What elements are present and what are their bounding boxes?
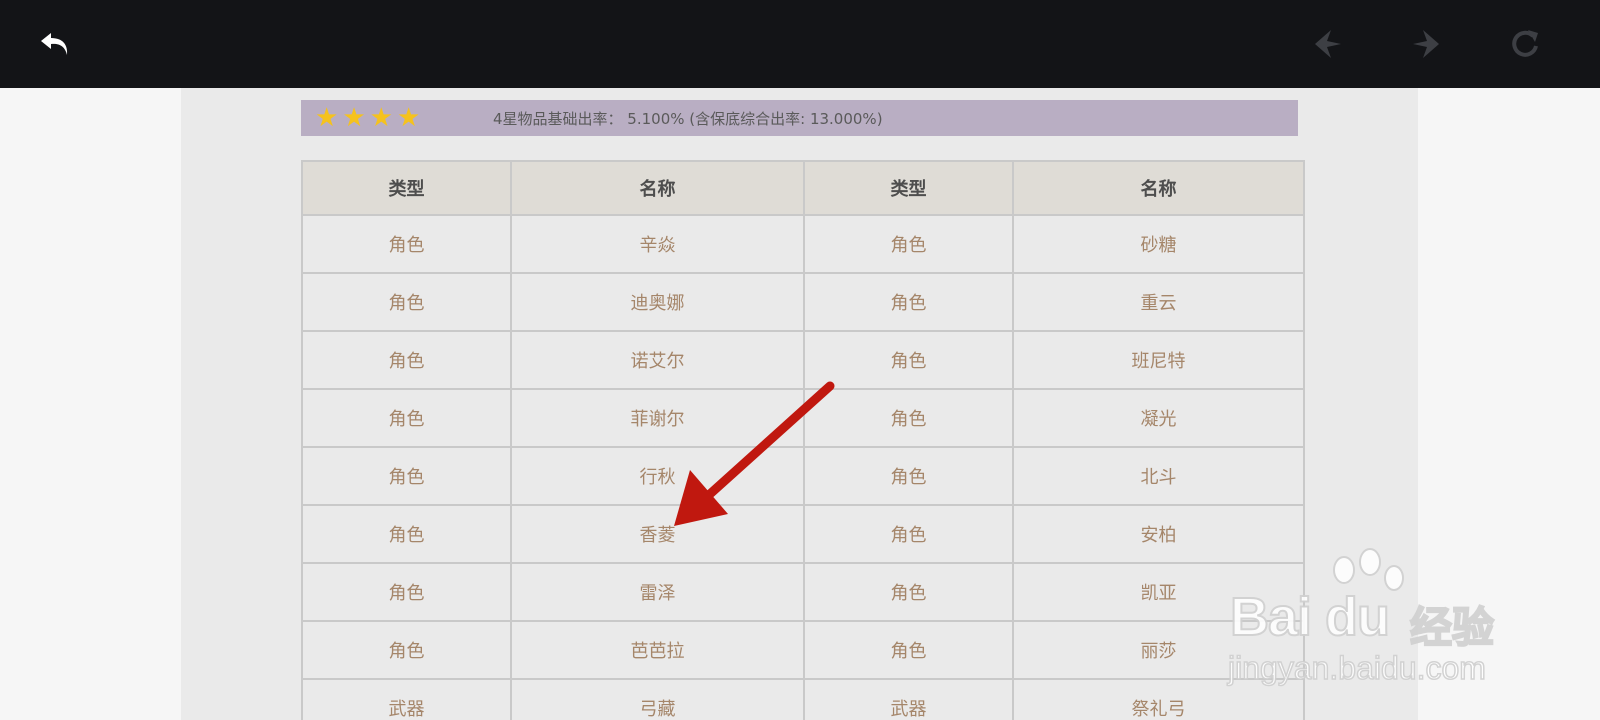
table-row: 武器 弓藏 武器 祭礼弓 (301, 678, 1305, 720)
table-row: 角色 香菱 角色 安柏 (301, 504, 1305, 564)
nav-next-button[interactable] (1406, 24, 1446, 64)
table-cell: 凝光 (1012, 388, 1305, 448)
table-cell: 角色 (803, 562, 1014, 622)
table-cell: 角色 (301, 330, 512, 390)
column-header-type: 类型 (803, 160, 1014, 216)
table-cell: 角色 (301, 446, 512, 506)
table-cell: 迪奥娜 (510, 272, 805, 332)
watermark-logo: Bai du (1229, 586, 1391, 648)
star-icon: ★ (342, 103, 366, 133)
table-cell: 武器 (301, 678, 512, 720)
table-row: 角色 雷泽 角色 凯亚 (301, 562, 1305, 622)
star-rating: ★ ★ ★ ★ (315, 105, 475, 131)
table-cell: 诺艾尔 (510, 330, 805, 390)
column-header-name: 名称 (510, 160, 805, 216)
table-cell: 角色 (803, 214, 1014, 274)
table-cell: 角色 (803, 504, 1014, 564)
star-icon: ★ (396, 103, 421, 133)
table-cell: 辛焱 (510, 214, 805, 274)
table-cell: 班尼特 (1012, 330, 1305, 390)
table-row: 角色 菲谢尔 角色 凝光 (301, 388, 1305, 448)
table-row: 角色 诺艾尔 角色 班尼特 (301, 330, 1305, 390)
watermark-url: jingyan.baidu.com (1227, 649, 1486, 687)
column-header-type: 类型 (301, 160, 512, 216)
rate-text: 4星物品基础出率： 5.100% (含保底综合出率: 13.000%) (493, 109, 883, 128)
table-cell: 角色 (803, 330, 1014, 390)
table-cell: 芭芭拉 (510, 620, 805, 680)
watermark-brand: 经验 (1409, 602, 1495, 653)
star-icon: ★ (369, 103, 393, 133)
table-cell: 角色 (301, 620, 512, 680)
nav-prev-icon (1315, 30, 1341, 58)
table-cell: 雷泽 (510, 562, 805, 622)
table-cell: 角色 (301, 504, 512, 564)
table-row: 角色 行秋 角色 北斗 (301, 446, 1305, 506)
table-row: 角色 辛焱 角色 砂糖 (301, 214, 1305, 274)
table-cell: 角色 (803, 620, 1014, 680)
refresh-icon (1512, 30, 1538, 57)
top-toolbar (0, 0, 1600, 88)
table-cell: 弓藏 (510, 678, 805, 720)
table-cell: 角色 (803, 272, 1014, 332)
table-cell: 北斗 (1012, 446, 1305, 506)
table-row: 角色 迪奥娜 角色 重云 (301, 272, 1305, 332)
table-cell: 香菱 (510, 504, 805, 564)
table-cell: 武器 (803, 678, 1014, 720)
star-icon: ★ (315, 103, 339, 133)
rate-bar: ★ ★ ★ ★ 4星物品基础出率： 5.100% (含保底综合出率: 13.00… (301, 100, 1298, 136)
table-row: 角色 芭芭拉 角色 丽莎 (301, 620, 1305, 680)
table-cell: 砂糖 (1012, 214, 1305, 274)
column-header-name: 名称 (1012, 160, 1305, 216)
table-cell: 菲谢尔 (510, 388, 805, 448)
undo-arrow-icon (41, 33, 68, 55)
table-header-row: 类型 名称 类型 名称 (301, 160, 1305, 216)
table-cell: 角色 (803, 388, 1014, 448)
table-cell: 行秋 (510, 446, 805, 506)
table-cell: 角色 (301, 272, 512, 332)
items-table: 类型 名称 类型 名称 角色 辛焱 角色 砂糖 角色 迪奥娜 角色 重云 角色 … (301, 160, 1305, 720)
table-cell: 角色 (803, 446, 1014, 506)
back-button[interactable] (36, 24, 76, 64)
table-cell: 重云 (1012, 272, 1305, 332)
nav-next-icon (1413, 30, 1439, 58)
table-cell: 角色 (301, 214, 512, 274)
table-cell: 角色 (301, 562, 512, 622)
baidu-jingyan-watermark: Bai du 经验 jingyan.baidu.com (1224, 548, 1524, 688)
table-cell: 角色 (301, 388, 512, 448)
nav-prev-button[interactable] (1308, 24, 1348, 64)
refresh-button[interactable] (1505, 24, 1545, 64)
